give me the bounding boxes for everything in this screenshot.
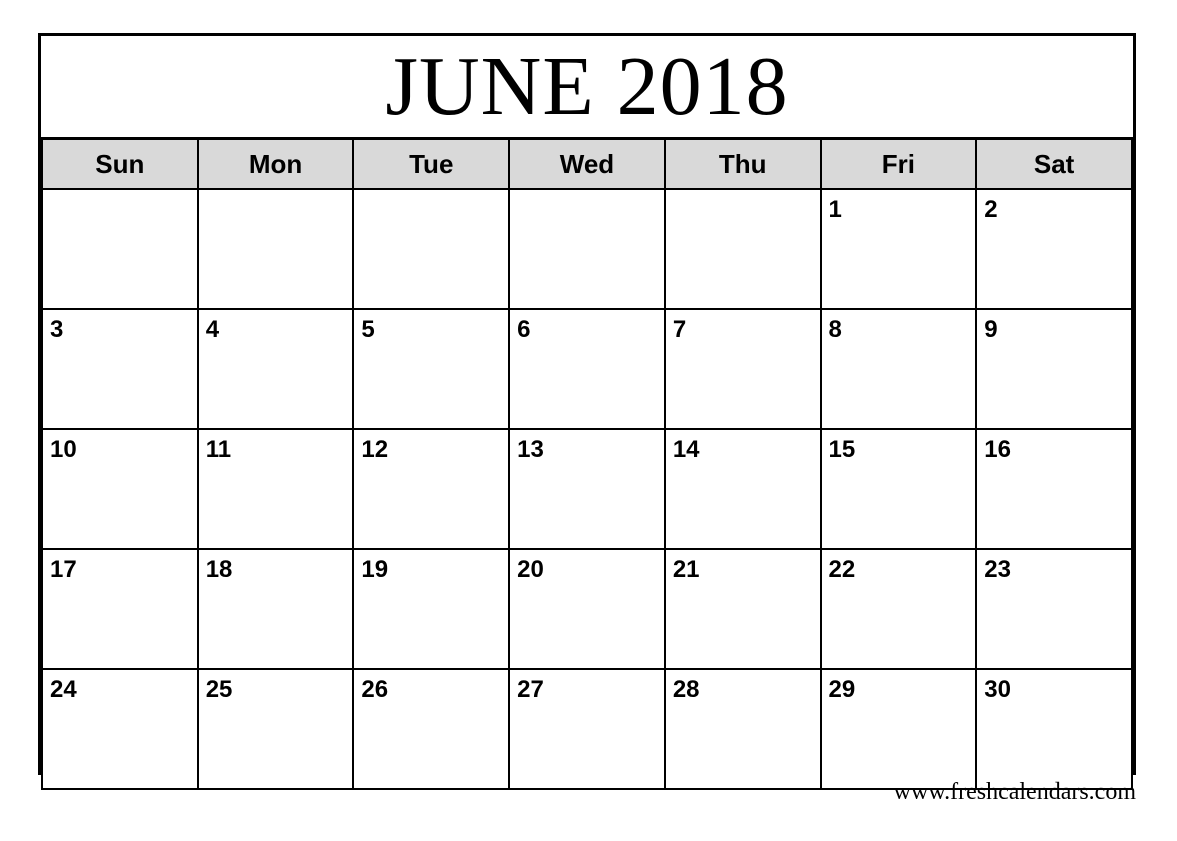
day-cell[interactable]: 13 xyxy=(508,428,666,550)
day-cell[interactable]: 26 xyxy=(352,668,511,790)
footer-website-credit: www.freshcalendars.com xyxy=(893,779,1136,805)
weekday-header-mon: Mon xyxy=(196,137,355,190)
day-number: 21 xyxy=(672,556,700,583)
day-cell[interactable]: 12 xyxy=(352,428,511,550)
day-cell[interactable]: 9 xyxy=(975,308,1133,430)
day-number: 18 xyxy=(205,556,233,583)
day-cell[interactable]: 29 xyxy=(819,668,978,790)
day-cell[interactable]: 24 xyxy=(41,668,199,790)
calendar-frame: JUNE 2018 Sun Mon Tue Wed Thu Fri Sat 1 … xyxy=(38,33,1136,790)
weekday-header-fri: Fri xyxy=(819,137,978,190)
day-cell[interactable]: 5 xyxy=(352,308,511,430)
day-cell[interactable]: 21 xyxy=(663,548,822,670)
day-number: 20 xyxy=(517,556,544,583)
calendar-week-row: 17 18 19 20 21 22 23 xyxy=(41,548,1133,670)
day-cell[interactable]: 6 xyxy=(508,308,666,430)
day-number: 6 xyxy=(517,316,531,343)
day-cell[interactable] xyxy=(196,188,355,310)
day-number: 22 xyxy=(828,556,856,583)
day-cell[interactable]: 15 xyxy=(819,428,978,550)
day-number: 14 xyxy=(672,436,700,463)
day-number: 5 xyxy=(361,316,375,343)
day-cell[interactable]: 10 xyxy=(41,428,199,550)
day-number: 7 xyxy=(672,316,687,343)
day-cell[interactable]: 7 xyxy=(663,308,822,430)
day-cell[interactable]: 17 xyxy=(41,548,199,670)
day-cell[interactable] xyxy=(41,188,199,310)
day-number: 26 xyxy=(361,676,389,703)
day-number: 30 xyxy=(984,676,1011,703)
day-number: 19 xyxy=(361,556,389,583)
day-cell[interactable]: 11 xyxy=(196,428,355,550)
day-number: 1 xyxy=(828,196,842,223)
day-cell[interactable]: 22 xyxy=(819,548,978,670)
day-cell[interactable]: 28 xyxy=(663,668,822,790)
day-number: 4 xyxy=(205,316,220,343)
page-title: JUNE 2018 xyxy=(385,39,789,133)
day-number: 10 xyxy=(50,436,77,463)
calendar-table: JUNE 2018 Sun Mon Tue Wed Thu Fri Sat 1 … xyxy=(41,36,1133,790)
weekday-header-sun: Sun xyxy=(41,137,199,190)
weekday-header-sat: Sat xyxy=(975,137,1133,190)
day-cell[interactable]: 30 xyxy=(975,668,1133,790)
day-cell[interactable] xyxy=(508,188,666,310)
calendar-week-row: 10 11 12 13 14 15 16 xyxy=(41,428,1133,550)
day-number: 8 xyxy=(828,316,842,343)
weekday-header-wed: Wed xyxy=(508,137,666,190)
calendar-page: JUNE 2018 Sun Mon Tue Wed Thu Fri Sat 1 … xyxy=(0,0,1177,841)
day-number: 28 xyxy=(672,676,700,703)
day-number: 15 xyxy=(828,436,856,463)
day-number: 9 xyxy=(984,316,998,343)
day-cell[interactable]: 19 xyxy=(352,548,511,670)
day-cell[interactable]: 1 xyxy=(819,188,978,310)
day-cell[interactable]: 25 xyxy=(196,668,355,790)
weekday-header-row: Sun Mon Tue Wed Thu Fri Sat xyxy=(41,137,1133,190)
day-number: 23 xyxy=(984,556,1011,583)
day-number: 24 xyxy=(50,676,77,703)
day-number: 3 xyxy=(50,316,64,343)
weekday-header-thu: Thu xyxy=(663,137,822,190)
calendar-title-cell: JUNE 2018 xyxy=(42,36,1132,140)
day-cell[interactable]: 4 xyxy=(196,308,355,430)
day-number: 12 xyxy=(361,436,389,463)
day-number: 2 xyxy=(984,196,998,223)
day-cell[interactable]: 3 xyxy=(41,308,199,430)
day-number: 25 xyxy=(205,676,233,703)
calendar-week-row: 3 4 5 6 7 8 9 xyxy=(41,308,1133,430)
day-number: 11 xyxy=(205,436,232,463)
day-cell[interactable] xyxy=(663,188,822,310)
day-cell[interactable] xyxy=(352,188,511,310)
weekday-header-tue: Tue xyxy=(352,137,511,190)
calendar-week-row: 1 2 xyxy=(41,188,1133,310)
day-cell[interactable]: 8 xyxy=(819,308,978,430)
day-cell[interactable]: 16 xyxy=(975,428,1133,550)
day-cell[interactable]: 20 xyxy=(508,548,666,670)
day-cell[interactable]: 18 xyxy=(196,548,355,670)
day-number: 17 xyxy=(50,556,77,583)
day-number: 13 xyxy=(517,436,544,463)
day-cell[interactable]: 27 xyxy=(508,668,666,790)
calendar-title-row: JUNE 2018 xyxy=(42,36,1132,140)
day-cell[interactable]: 23 xyxy=(975,548,1133,670)
day-cell[interactable]: 2 xyxy=(975,188,1133,310)
day-number: 27 xyxy=(517,676,544,703)
calendar-week-row: 24 25 26 27 28 29 30 xyxy=(41,668,1133,790)
day-number: 16 xyxy=(984,436,1011,463)
day-number: 29 xyxy=(828,676,856,703)
day-cell[interactable]: 14 xyxy=(663,428,822,550)
